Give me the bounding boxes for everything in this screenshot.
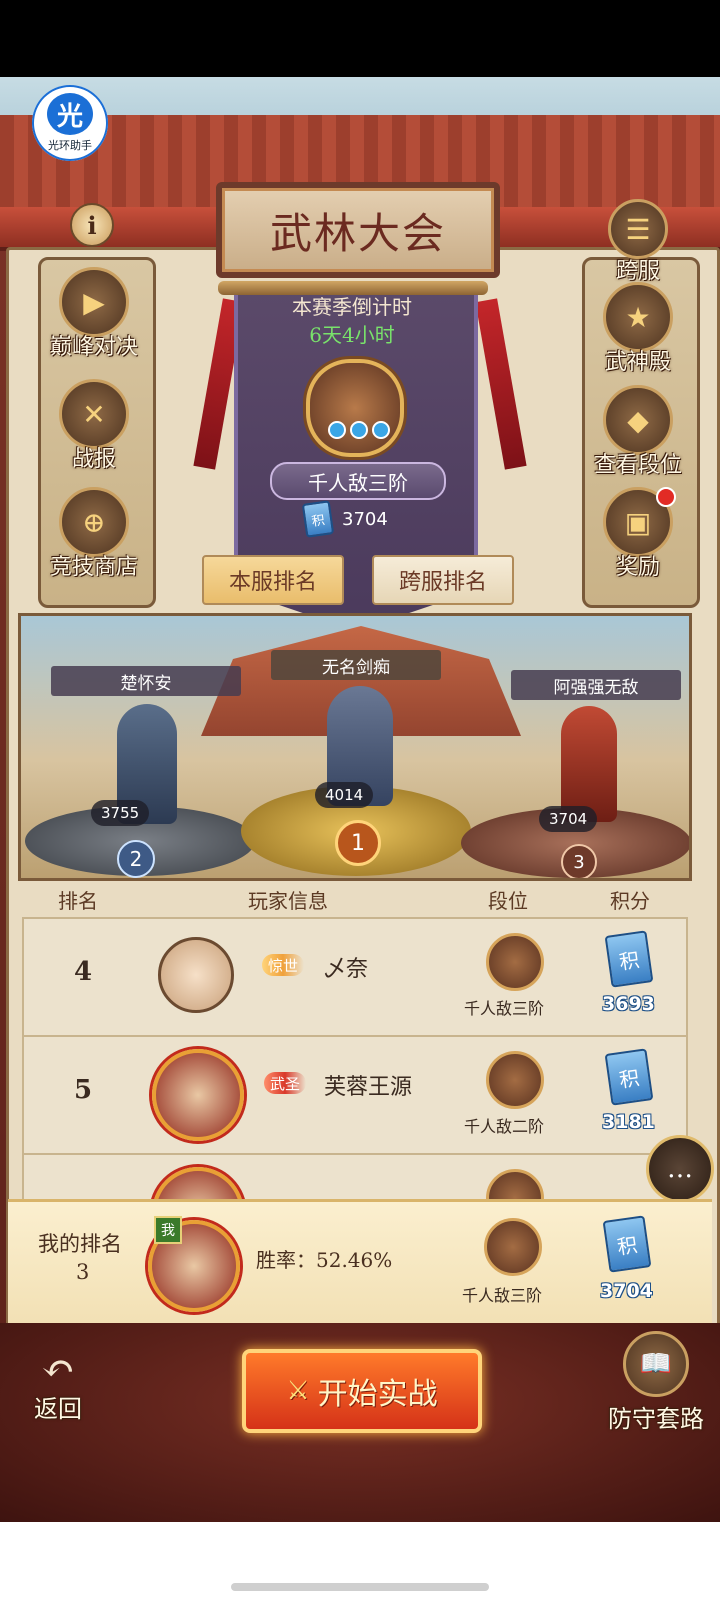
menu-war-god-hall[interactable]: ★ 武神殿 (582, 282, 694, 376)
chat-button[interactable]: … (646, 1135, 714, 1203)
podium-1-points: 4014 (315, 782, 374, 808)
podium-2-name[interactable]: 楚怀安 (51, 666, 241, 696)
my-segment-icon (484, 1218, 542, 1276)
podium-scene: 楚怀安 3755 2 无名剑痴 4014 1 阿强强无敌 3704 3 (18, 613, 692, 881)
countdown-label: 本赛季倒计时 (292, 295, 412, 319)
my-rank-label: 我的排名 (38, 1232, 122, 1256)
table-row[interactable]: 4 惊世 乄奈 千人敌三阶 积 3693 (22, 917, 688, 1039)
page-title-text: 武林大会 (269, 208, 446, 258)
podium-3-points: 3704 (539, 806, 598, 832)
title-tag: 武圣 (264, 1072, 307, 1094)
defense-routine-button[interactable]: 📖 防守套路 (596, 1331, 716, 1434)
start-battle-button[interactable]: ⚔ 开始实战 (242, 1349, 482, 1433)
battle-report-label: 战报 (71, 447, 116, 472)
game-screen: 光 光环助手 i 武林大会 ▶ 巅峰对决 ✕ 战报 ⊕ 竞技商店 ☰ 跨服 ★ … (0, 77, 720, 1522)
score-card-icon: 积 (604, 1048, 654, 1106)
helper-badge-icon: 光 (47, 93, 93, 135)
back-label: 返回 (34, 1395, 82, 1423)
tab-cross-ranking-label: 跨服排名 (398, 570, 487, 595)
countdown-value: 6天4小时 (309, 323, 395, 347)
defense-routine-label: 防守套路 (608, 1405, 704, 1433)
header-rank: 排名 (58, 889, 98, 913)
rank-title: 千人敌三阶 (308, 470, 408, 495)
header-player: 玩家信息 (248, 889, 328, 913)
podium-3-name[interactable]: 阿强强无敌 (511, 670, 681, 700)
status-bar (0, 0, 720, 77)
my-rank-value: 3 (76, 1260, 90, 1284)
my-rank-bar: 我的排名 3 我 胜率：52.46% 千人敌三阶 积 3704 (8, 1199, 712, 1329)
war-god-hall-label: 武神殿 (604, 350, 671, 375)
score-value: 3181 (602, 1111, 655, 1133)
my-score-card-icon: 积 (602, 1215, 652, 1273)
arena-shop-icon: ⊕ (59, 487, 129, 557)
battle-report-icon: ✕ (59, 379, 129, 449)
war-god-hall-icon: ★ (603, 282, 673, 352)
cross-server-label: 跨服 (615, 259, 660, 284)
table-row[interactable]: 5 武圣 芙蓉王源 千人敌二阶 积 3181 (22, 1035, 688, 1157)
podium-2-points: 3755 (91, 800, 150, 826)
tab-local-ranking[interactable]: 本服排名 (202, 555, 344, 605)
menu-battle-report[interactable]: ✕ 战报 (38, 379, 150, 473)
menu-rewards[interactable]: ▣ 奖励 (582, 487, 694, 581)
player-name: 乄奈 (324, 957, 369, 982)
peak-battle-label: 巅峰对决 (49, 335, 138, 360)
header-segment: 段位 (488, 889, 528, 913)
info-icon: i (87, 210, 97, 240)
tab-cross-ranking[interactable]: 跨服排名 (372, 555, 514, 605)
avatar[interactable] (152, 1049, 244, 1141)
my-winrate: 胜率：52.46% (256, 1248, 393, 1272)
sky (0, 77, 720, 115)
season-points-value: 3704 (342, 508, 388, 530)
title-tag: 惊世 (262, 954, 305, 976)
helper-badge[interactable]: 光 光环助手 (32, 85, 108, 161)
rank-emblem-icon (306, 359, 404, 457)
chat-icon: … (667, 1154, 693, 1184)
segment-label: 千人敌二阶 (464, 1117, 545, 1136)
podium-3-figure (561, 706, 617, 822)
view-segment-label: 查看段位 (593, 453, 682, 478)
row-rank: 5 (74, 1075, 93, 1105)
season-points: 积 3704 (301, 500, 388, 538)
book-icon: 📖 (623, 1331, 689, 1397)
segment-icon (486, 933, 544, 991)
podium-2-place: 2 (117, 840, 155, 878)
score-value: 3693 (602, 993, 655, 1015)
ranking-table-header: 排名 玩家信息 段位 积分 (24, 877, 684, 917)
menu-arena-shop[interactable]: ⊕ 竞技商店 (38, 487, 150, 581)
avatar[interactable] (158, 937, 234, 1013)
podium-1-name[interactable]: 无名剑痴 (271, 650, 441, 680)
home-indicator[interactable] (231, 1583, 489, 1591)
start-battle-label: 开始实战 (317, 1377, 438, 1412)
list-icon: ☰ (608, 199, 668, 259)
header-score: 积分 (610, 889, 650, 913)
points-card-icon: 积 (301, 500, 335, 538)
arena-shop-label: 竞技商店 (49, 555, 138, 580)
menu-view-segment[interactable]: ◆ 查看段位 (582, 385, 694, 479)
crossed-swords-icon: ⚔ (286, 1376, 310, 1406)
podium-1-place: 1 (335, 820, 381, 866)
menu-cross-server[interactable]: ☰ 跨服 (582, 199, 694, 285)
menu-peak-battle[interactable]: ▶ 巅峰对决 (38, 267, 150, 361)
score-card-icon: 积 (604, 930, 654, 988)
tab-local-ranking-label: 本服排名 (228, 570, 317, 595)
info-button[interactable]: i (70, 203, 114, 247)
dragon-icon: ◆ (603, 385, 673, 455)
segment-icon (486, 1051, 544, 1109)
my-segment-label: 千人敌三阶 (462, 1286, 543, 1305)
podium-3-place: 3 (561, 844, 597, 878)
row-rank: 4 (74, 957, 93, 987)
rewards-label: 奖励 (615, 555, 660, 580)
rank-title-plate: 千人敌三阶 (270, 462, 446, 500)
segment-label: 千人敌三阶 (464, 999, 545, 1018)
me-tag: 我 (154, 1216, 182, 1244)
back-arrow-icon: ↶ (41, 1346, 75, 1392)
peak-battle-icon: ▶ (59, 267, 129, 337)
page-title: 武林大会 (216, 182, 500, 278)
back-button[interactable]: ↶ 返回 (18, 1349, 98, 1424)
my-score-value: 3704 (600, 1280, 653, 1302)
player-name: 芙蓉王源 (324, 1075, 413, 1100)
helper-badge-label: 光环助手 (48, 139, 92, 152)
notification-dot (656, 487, 676, 507)
